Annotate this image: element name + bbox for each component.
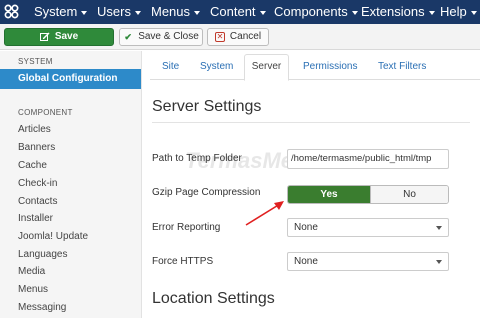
tab-server[interactable]: Server [244, 54, 289, 81]
caret-down-icon [259, 10, 266, 15]
tab-site[interactable]: Site [162, 61, 179, 72]
cancel-icon: ✕ [214, 32, 225, 42]
temp-folder-label: Path to Temp Folder [152, 153, 242, 164]
menu-users[interactable]: Users [97, 4, 141, 20]
cancel-button-label: Cancel [229, 31, 262, 42]
error-reporting-label: Error Reporting [152, 222, 221, 233]
error-reporting-value: None [294, 222, 318, 233]
menu-extensions[interactable]: Extensions [361, 4, 435, 20]
top-navbar: System Users Menus Content Components Ex… [0, 0, 480, 24]
sidebar-item-check-in[interactable]: Check-in [18, 178, 57, 189]
gzip-no-button[interactable]: No [370, 186, 448, 203]
menu-help[interactable]: Help [440, 4, 477, 20]
save-button-label: Save [54, 31, 79, 42]
sidebar-heading-system: SYSTEM [18, 57, 53, 66]
menu-extensions-label: Extensions [361, 4, 425, 19]
menu-content-label: Content [210, 4, 256, 19]
menu-components[interactable]: Components [274, 4, 358, 20]
sidebar-item-menus[interactable]: Menus [18, 284, 48, 295]
save-close-button-label: Save & Close [138, 31, 199, 42]
save-close-button[interactable]: ✔ Save & Close [119, 28, 203, 46]
dropdown-arrow-icon [436, 260, 442, 264]
sidebar-item-global-configuration[interactable]: Global Configuration [0, 69, 141, 89]
menu-help-label: Help [440, 4, 467, 19]
caret-down-icon [81, 10, 88, 15]
joomla-logo-icon[interactable] [3, 3, 20, 20]
sidebar-item-joomla-update[interactable]: Joomla! Update [18, 231, 88, 242]
caret-down-icon [470, 10, 477, 15]
toolbar: Save ✔ Save & Close ✕ Cancel [0, 24, 480, 50]
force-https-value: None [294, 256, 318, 267]
sidebar-item-banners[interactable]: Banners [18, 142, 55, 153]
section-divider [152, 122, 470, 123]
menu-components-label: Components [274, 4, 348, 19]
force-https-select[interactable]: None [287, 252, 449, 271]
caret-down-icon [194, 10, 201, 15]
tab-permissions[interactable]: Permissions [303, 61, 357, 72]
sidebar-item-contacts[interactable]: Contacts [18, 196, 57, 207]
sidebar-heading-component: COMPONENT [18, 108, 73, 117]
sidebar-item-installer[interactable]: Installer [18, 213, 53, 224]
save-button[interactable]: Save [4, 28, 114, 46]
menu-menus-label: Menus [151, 4, 191, 19]
menu-system[interactable]: System [34, 4, 88, 20]
gzip-toggle: Yes No [287, 185, 449, 204]
edit-icon [39, 32, 50, 42]
temp-folder-input[interactable]: /home/termasme/public_html/tmp [287, 149, 449, 169]
menu-menus[interactable]: Menus [151, 4, 201, 20]
caret-down-icon [134, 10, 141, 15]
sidebar-item-messaging[interactable]: Messaging [18, 302, 66, 313]
menu-users-label: Users [97, 4, 131, 19]
caret-down-icon [351, 10, 358, 15]
sidebar-item-media[interactable]: Media [18, 266, 45, 277]
sidebar-item-languages[interactable]: Languages [18, 249, 68, 260]
tab-system[interactable]: System [200, 61, 233, 72]
tab-text-filters[interactable]: Text Filters [378, 61, 426, 72]
sidebar-item-cache[interactable]: Cache [18, 160, 47, 171]
sidebar-item-articles[interactable]: Articles [18, 124, 51, 135]
server-settings-heading: Server Settings [152, 98, 262, 115]
error-reporting-select[interactable]: None [287, 218, 449, 237]
cancel-button[interactable]: ✕ Cancel [207, 28, 269, 46]
annotation-arrow-icon [245, 201, 284, 226]
dropdown-arrow-icon [436, 226, 442, 230]
check-icon: ✔ [124, 32, 132, 42]
caret-down-icon [428, 10, 435, 15]
gzip-yes-button[interactable]: Yes [288, 186, 370, 203]
menu-content[interactable]: Content [210, 4, 266, 20]
force-https-label: Force HTTPS [152, 256, 214, 267]
menu-system-label: System [34, 4, 78, 19]
location-settings-heading: Location Settings [152, 290, 275, 307]
sidebar: SYSTEM Global Configuration COMPONENT Ar… [0, 51, 142, 318]
config-tabs: Site System Server Permissions Text Filt… [150, 54, 480, 81]
